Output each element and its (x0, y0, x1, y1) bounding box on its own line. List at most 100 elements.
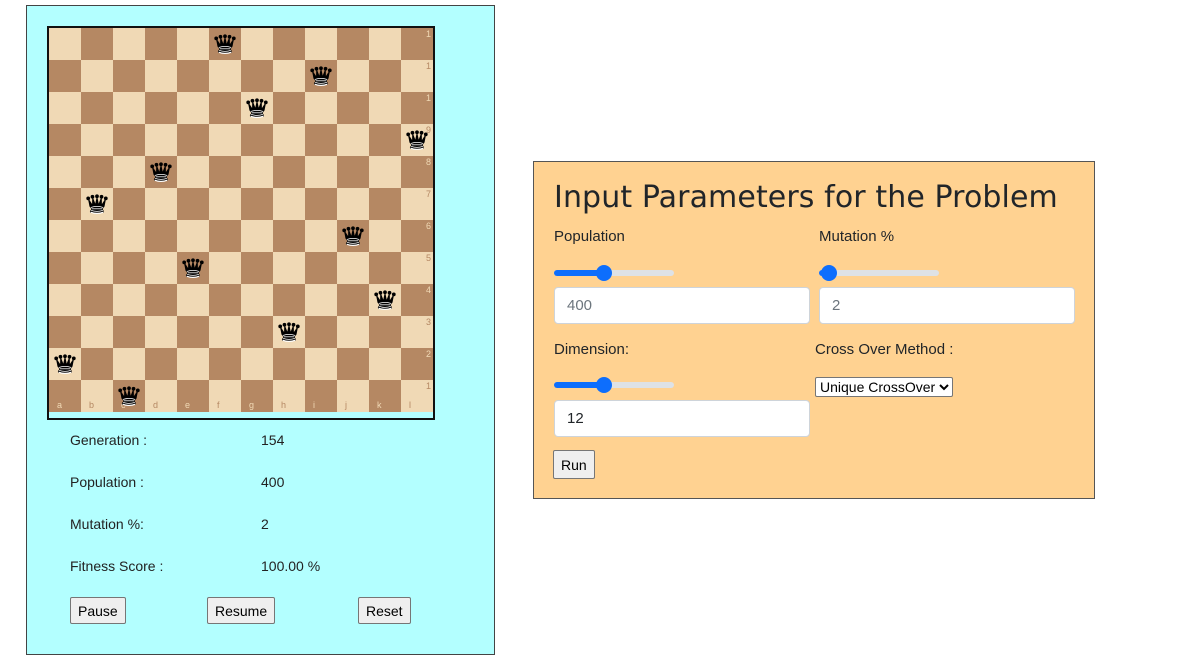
board-square (49, 124, 81, 156)
board-square: 9 (401, 124, 433, 156)
board-square (113, 188, 145, 220)
queen-icon[interactable] (245, 96, 269, 120)
board-square (145, 156, 177, 188)
dimension-slider[interactable] (554, 377, 674, 393)
board-square (81, 124, 113, 156)
generation-label: Generation : (70, 432, 148, 448)
crossover-field-label: Cross Over Method : (815, 341, 954, 358)
board-square: 7 (401, 188, 433, 220)
mutation-field-label: Mutation % (819, 228, 895, 245)
file-label: a (57, 400, 63, 410)
rank-label: 4 (425, 285, 431, 295)
board-square (305, 284, 337, 316)
queen-icon[interactable] (373, 288, 397, 312)
mutation-input[interactable] (819, 287, 1075, 324)
queen-icon[interactable] (309, 64, 333, 88)
pause-button[interactable]: Pause (70, 597, 126, 624)
file-label: e (185, 400, 191, 410)
queen-icon[interactable] (117, 384, 141, 408)
board-square: f (209, 380, 241, 412)
mutation-slider-thumb[interactable] (821, 265, 838, 281)
board-square: 2 (401, 348, 433, 380)
board-square (177, 252, 209, 284)
fitness-label: Fitness Score : (70, 558, 164, 574)
board-square (113, 220, 145, 252)
board-square: 1 (401, 92, 433, 124)
board-square (305, 220, 337, 252)
board-square (81, 316, 113, 348)
board-square (81, 252, 113, 284)
queen-icon[interactable] (53, 352, 77, 376)
board-square (177, 348, 209, 380)
fitness-value: 100.00 % (261, 558, 321, 574)
queen-icon[interactable] (405, 128, 429, 152)
board-square (145, 284, 177, 316)
board-square (113, 316, 145, 348)
queen-icon[interactable] (213, 32, 237, 56)
rank-label: 8 (425, 157, 431, 167)
board-square (113, 92, 145, 124)
file-label: j (345, 400, 347, 410)
rank-label: 6 (425, 221, 431, 231)
queen-icon[interactable] (277, 320, 301, 344)
input-parameters-panel: Input Parameters for the Problem Populat… (533, 161, 1095, 499)
resume-button[interactable]: Resume (207, 597, 276, 624)
rank-label: 1 (425, 93, 431, 103)
board-square (273, 188, 305, 220)
queen-icon[interactable] (85, 192, 109, 216)
population-slider-thumb[interactable] (595, 265, 612, 281)
board-square (241, 316, 273, 348)
board-square (177, 188, 209, 220)
rank-label: 5 (425, 253, 431, 263)
board-square: a (49, 380, 81, 412)
board-square (81, 348, 113, 380)
board-square (369, 28, 401, 60)
board-square (81, 284, 113, 316)
board-square (241, 60, 273, 92)
crossover-method-select[interactable]: Unique CrossOver (815, 377, 953, 397)
panel-title: Input Parameters for the Problem (554, 180, 1058, 215)
board-square (337, 124, 369, 156)
board-square (145, 252, 177, 284)
mutation-slider[interactable] (819, 265, 939, 281)
board-square (49, 92, 81, 124)
dimension-input[interactable] (554, 400, 810, 437)
population-input[interactable] (554, 287, 810, 324)
board-square (241, 28, 273, 60)
board-square (145, 60, 177, 92)
board-square (337, 252, 369, 284)
board-square (209, 316, 241, 348)
board-square (81, 28, 113, 60)
population-slider[interactable] (554, 265, 674, 281)
board-square (209, 28, 241, 60)
board-square (337, 156, 369, 188)
queen-icon[interactable] (149, 160, 173, 184)
queen-icon[interactable] (181, 256, 205, 280)
board-square (177, 156, 209, 188)
board-square (49, 156, 81, 188)
board-square: g (241, 380, 273, 412)
board-square (145, 28, 177, 60)
board-square (209, 284, 241, 316)
board-square (241, 92, 273, 124)
dimension-slider-thumb[interactable] (595, 377, 612, 393)
board-square (369, 316, 401, 348)
board-square (209, 348, 241, 380)
board-square (337, 92, 369, 124)
board-square: c (113, 380, 145, 412)
reset-button[interactable]: Reset (358, 597, 411, 624)
board-square (177, 220, 209, 252)
board-square: 6 (401, 220, 433, 252)
queen-icon[interactable] (341, 224, 365, 248)
run-button[interactable]: Run (553, 450, 595, 479)
board-square (177, 316, 209, 348)
board-square (337, 60, 369, 92)
board-square (241, 252, 273, 284)
board-square: 5 (401, 252, 433, 284)
board-square (273, 284, 305, 316)
stats-section: Generation : 154 Population : 400 Mutati… (70, 426, 470, 594)
board-square (369, 156, 401, 188)
board-square (241, 124, 273, 156)
board-square (241, 188, 273, 220)
generation-value: 154 (261, 432, 285, 448)
